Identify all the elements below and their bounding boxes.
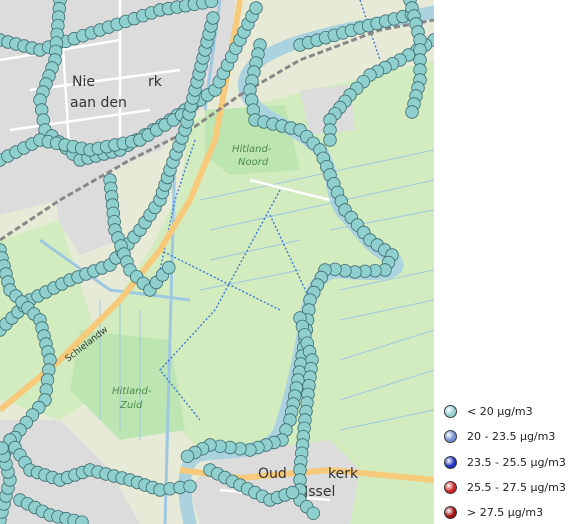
legend-label: 23.5 - 25.5 µg/m3 (467, 455, 566, 469)
place-label-hitland-zuid-1: Hitland- (112, 386, 152, 397)
legend-item: 25.5 - 27.5 µg/m3 (444, 478, 566, 496)
place-label-hitland-noord-1: Hitland- (232, 144, 272, 155)
measurement-point[interactable] (162, 260, 176, 275)
air-quality-map[interactable]: Nie rk aan den Hitland- Noord Hitland- Z… (0, 0, 434, 524)
place-label-nieuwerkerk-2: aan den (70, 95, 127, 111)
measurement-point[interactable] (183, 479, 197, 494)
legend-swatch-icon (444, 505, 457, 519)
legend-swatch-icon (444, 429, 457, 443)
map-canvas[interactable]: Nie rk aan den Hitland- Noord Hitland- Z… (0, 0, 434, 524)
legend-swatch-icon (444, 404, 457, 418)
measurement-point[interactable] (249, 1, 263, 15)
legend-label: 20 - 23.5 µg/m3 (467, 429, 556, 443)
measurement-point[interactable] (180, 449, 195, 464)
place-label-ouderkerk-1b: kerk (328, 466, 359, 482)
legend-item: 23.5 - 25.5 µg/m3 (444, 453, 566, 471)
measurement-point[interactable] (405, 105, 419, 119)
measurement-point[interactable] (323, 133, 337, 147)
legend-item: 20 - 23.5 µg/m3 (444, 427, 555, 445)
measurement-point[interactable] (306, 506, 321, 521)
legend-label: < 20 µg/m3 (467, 404, 533, 418)
place-label-ouderkerk-1: Oud (258, 466, 287, 482)
legend-label: 25.5 - 27.5 µg/m3 (467, 480, 566, 494)
place-label-nieuwerkerk-1b: rk (148, 74, 163, 90)
legend-item: < 20 µg/m3 (444, 402, 533, 420)
measurement-point[interactable] (206, 11, 220, 25)
legend-label: > 27.5 µg/m3 (467, 505, 544, 519)
legend-swatch-icon (444, 480, 457, 494)
place-label-nieuwerkerk-1: Nie (72, 74, 95, 90)
place-label-hitland-zuid-2: Zuid (119, 400, 143, 411)
map-legend: < 20 µg/m3 20 - 23.5 µg/m3 23.5 - 25.5 µg/… (434, 0, 575, 524)
legend-swatch-icon (444, 455, 457, 469)
legend-item: > 27.5 µg/m3 (444, 503, 543, 521)
measurement-point[interactable] (285, 485, 300, 500)
place-label-hitland-noord-2: Noord (238, 157, 269, 168)
